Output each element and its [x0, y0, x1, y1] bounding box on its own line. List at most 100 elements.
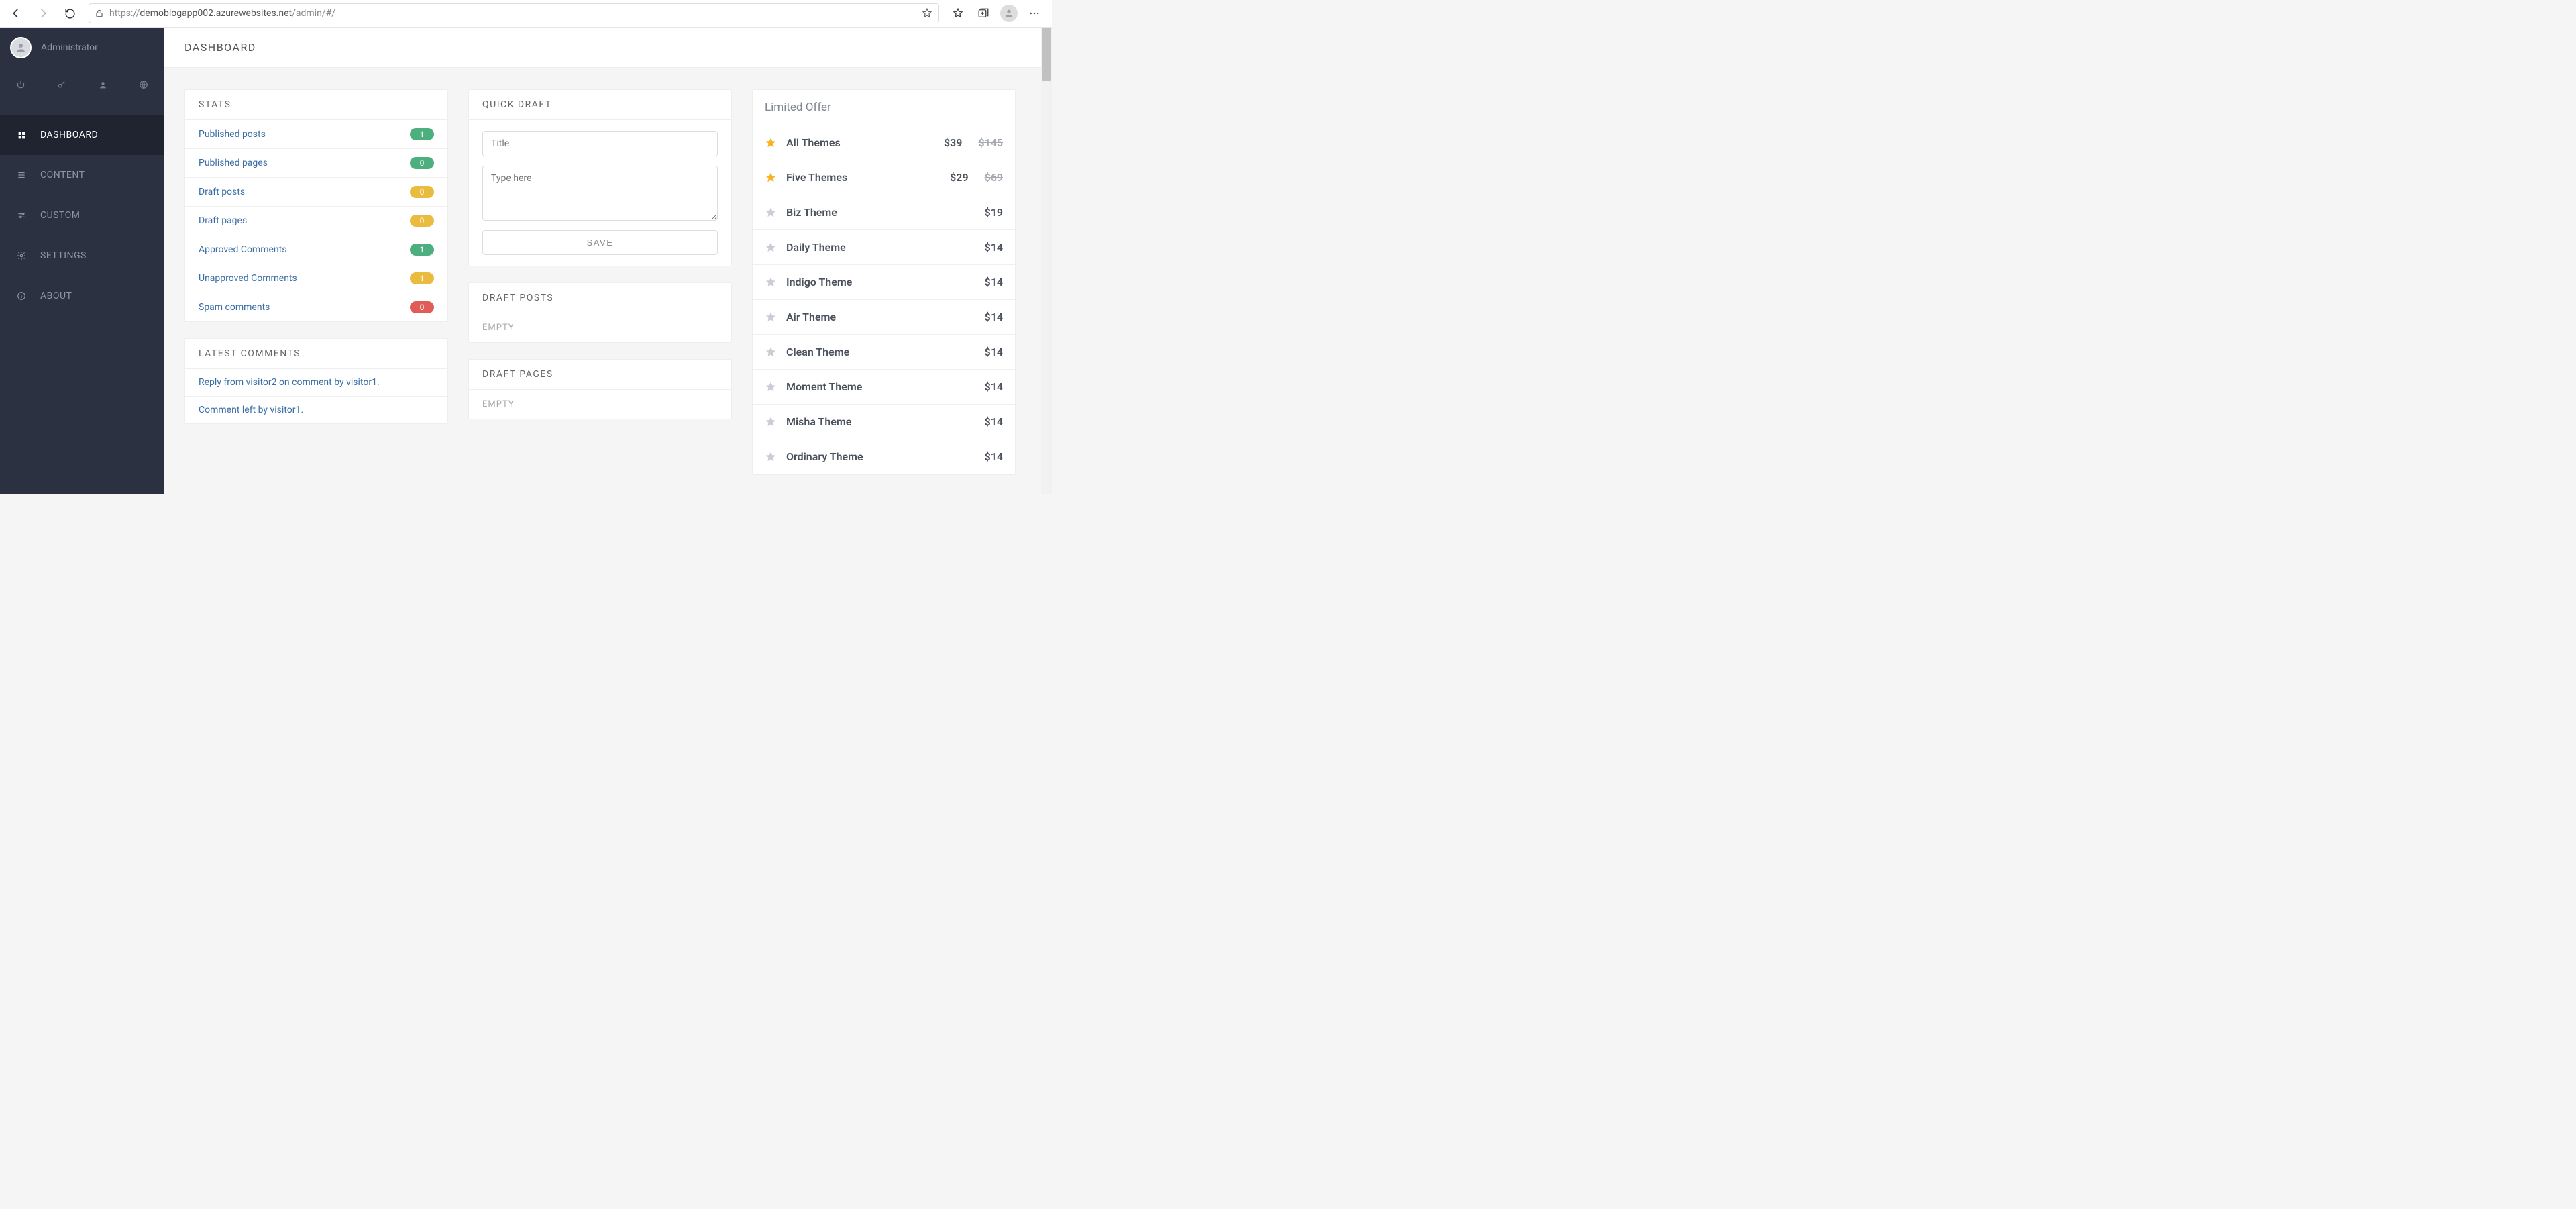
stats-badge: 0 [410, 186, 434, 198]
collections-button[interactable] [971, 1, 996, 25]
draft-posts-empty: EMPTY [469, 313, 731, 342]
offer-row[interactable]: All Themes$39$145 [753, 125, 1015, 160]
grid-icon [16, 131, 27, 140]
comment-row[interactable]: Reply from visitor2 on comment by visito… [185, 369, 447, 396]
star-icon [765, 207, 777, 219]
draft-title-input[interactable] [482, 131, 718, 156]
stats-row[interactable]: Published posts1 [185, 120, 447, 148]
sidebar-user[interactable]: Administrator [0, 28, 164, 68]
scrollbar-thumb[interactable] [1042, 28, 1051, 81]
latest-comments-card: LATEST COMMENTS Reply from visitor2 on c… [184, 338, 448, 424]
lock-icon [95, 9, 104, 18]
add-tab-favorite-icon[interactable] [921, 7, 933, 19]
comment-text[interactable]: Comment left by visitor1. [199, 405, 303, 415]
profile-button[interactable] [997, 1, 1021, 25]
quick-draft-header: QUICK DRAFT [469, 90, 731, 120]
offer-name: Air Theme [786, 311, 975, 323]
offer-name: Ordinary Theme [786, 450, 975, 463]
globe-icon[interactable] [123, 68, 164, 101]
stats-row[interactable]: Draft pages0 [185, 206, 447, 235]
stats-row[interactable]: Spam comments 0 [185, 293, 447, 321]
sidebar-nav: DASHBOARD CONTENT CUSTOM SETTINGS ABOUT [0, 101, 164, 316]
offer-row[interactable]: Clean Theme$14 [753, 335, 1015, 370]
star-icon [765, 346, 777, 358]
scrollbar[interactable] [1041, 28, 1052, 494]
offer-name: Moment Theme [786, 380, 975, 393]
stats-row[interactable]: Unapproved Comments 1 [185, 264, 447, 293]
offer-row[interactable]: Indigo Theme $14 [753, 265, 1015, 300]
main: DASHBOARD STATS Published posts1Publishe… [164, 28, 1052, 494]
favorites-button[interactable] [946, 1, 970, 25]
stats-label[interactable]: Spam comments [199, 302, 270, 313]
offer-row[interactable]: Misha Theme$14 [753, 405, 1015, 439]
offer-row[interactable]: Moment Theme$14 [753, 370, 1015, 405]
power-icon[interactable] [0, 68, 41, 101]
stats-row[interactable]: Draft posts 0 [185, 177, 447, 206]
offers-card: Limited Offer All Themes$39$145 Five Them… [752, 89, 1016, 475]
sidebar-item-about[interactable]: ABOUT [0, 276, 164, 316]
sidebar-item-settings[interactable]: SETTINGS [0, 235, 164, 276]
offer-name: Misha Theme [786, 415, 975, 428]
offer-row[interactable]: Five Themes$29$69 [753, 160, 1015, 195]
key-icon[interactable] [41, 68, 82, 101]
sidebar-item-custom[interactable]: CUSTOM [0, 195, 164, 235]
stats-label[interactable]: Approved Comments [199, 244, 286, 255]
offer-row[interactable]: Daily Theme$14 [753, 230, 1015, 265]
draft-pages-empty: EMPTY [469, 390, 731, 419]
url-text: https://demoblogapp002.azurewebsites.net… [109, 8, 916, 19]
comment-text[interactable]: Reply from visitor2 on comment by visito… [199, 377, 380, 388]
stats-row[interactable]: Published pages0 [185, 148, 447, 177]
offer-price: $14 [985, 276, 1003, 288]
star-icon [765, 416, 777, 428]
stats-label[interactable]: Draft pages [199, 215, 247, 226]
page-header: DASHBOARD [164, 28, 1052, 68]
back-button[interactable] [4, 1, 28, 25]
save-button[interactable]: SAVE [482, 230, 718, 255]
sidebar-item-dashboard[interactable]: DASHBOARD [0, 115, 164, 155]
offer-name: Biz Theme [786, 206, 975, 219]
list-icon [16, 170, 27, 180]
user-icon[interactable] [83, 68, 123, 101]
offers-header: Limited Offer [753, 90, 1015, 125]
sidebar-item-label: CUSTOM [40, 210, 80, 221]
offer-name: Five Themes [786, 171, 941, 184]
stats-label[interactable]: Unapproved Comments [199, 273, 297, 284]
stats-row[interactable]: Approved Comments 1 [185, 235, 447, 264]
offer-name: Indigo Theme [786, 276, 975, 288]
app-root: Administrator DASHBOARD CONTENT CUSTOM [0, 28, 1052, 494]
offer-price: $19 [985, 206, 1003, 219]
stats-label[interactable]: Published posts [199, 129, 266, 140]
offer-price: $29 [950, 171, 968, 184]
quick-draft-card: QUICK DRAFT SAVE [468, 89, 732, 266]
offer-old-price: $145 [978, 136, 1003, 149]
draft-body-textarea[interactable] [482, 166, 718, 221]
info-icon [16, 291, 27, 301]
sidebar-item-label: CONTENT [40, 170, 85, 180]
star-icon [765, 311, 777, 323]
star-icon [765, 242, 777, 254]
stats-label[interactable]: Draft posts [199, 187, 245, 197]
offer-row[interactable]: Ordinary Theme$14 [753, 439, 1015, 474]
forward-button[interactable] [31, 1, 55, 25]
stats-badge: 0 [410, 301, 434, 313]
stats-badge: 1 [410, 244, 434, 256]
gear-icon [16, 251, 27, 260]
page-title: DASHBOARD [184, 41, 256, 54]
stats-label[interactable]: Published pages [199, 158, 268, 168]
stats-badge: 1 [410, 272, 434, 284]
address-bar[interactable]: https://demoblogapp002.azurewebsites.net… [89, 3, 939, 23]
offer-row[interactable]: Air Theme $14 [753, 300, 1015, 335]
offer-name: All Themes [786, 136, 934, 149]
comment-row[interactable]: Comment left by visitor1. [185, 396, 447, 423]
sidebar: Administrator DASHBOARD CONTENT CUSTOM [0, 28, 164, 494]
offer-row[interactable]: Biz Theme $19 [753, 195, 1015, 230]
sidebar-item-label: SETTINGS [40, 250, 87, 261]
sidebar-item-label: DASHBOARD [40, 129, 98, 140]
refresh-button[interactable] [58, 1, 82, 25]
star-icon [765, 276, 777, 288]
sidebar-item-label: ABOUT [40, 291, 72, 301]
sidebar-item-content[interactable]: CONTENT [0, 155, 164, 195]
username: Administrator [41, 42, 98, 53]
offer-price: $14 [985, 311, 1003, 323]
more-button[interactable] [1022, 1, 1046, 25]
